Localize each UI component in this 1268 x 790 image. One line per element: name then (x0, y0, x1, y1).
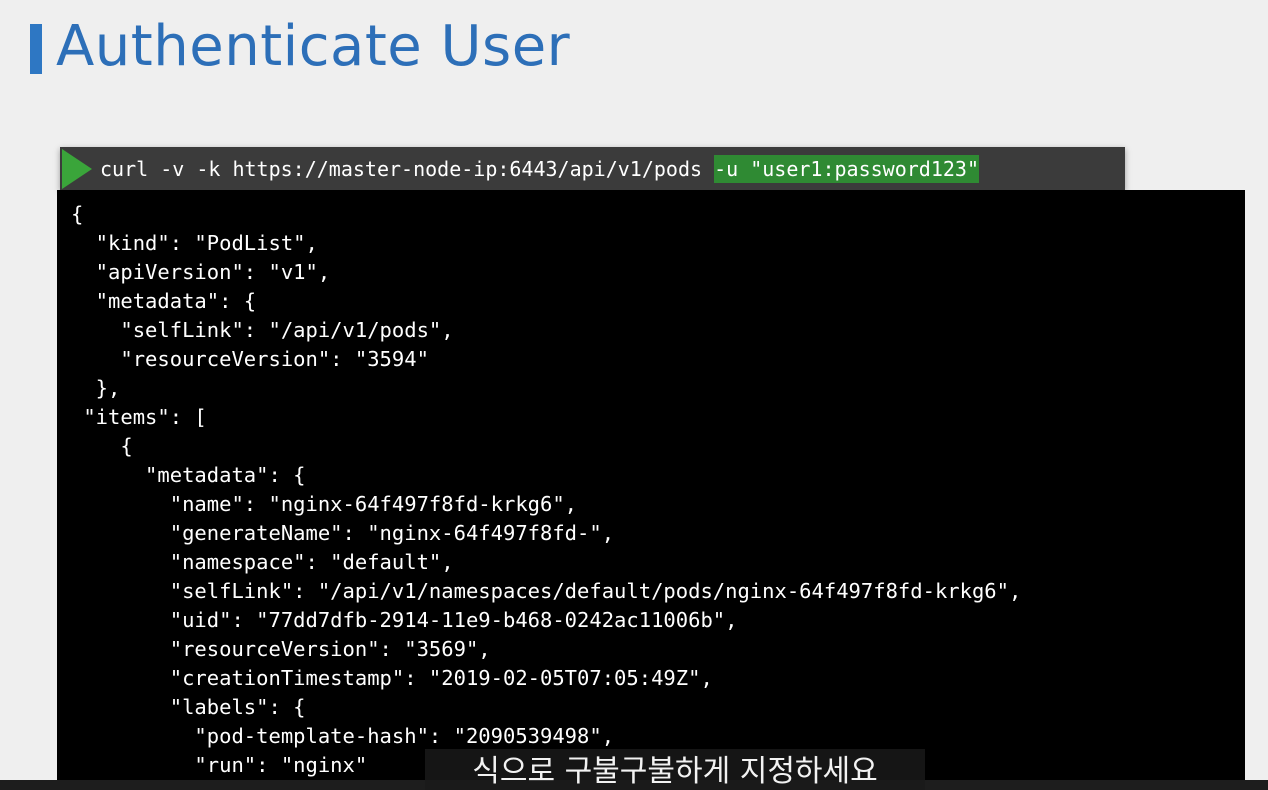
video-subtitle-caption: 식으로 구불구불하게 지정하세요 (425, 749, 925, 790)
command-bar: curl -v -k https://master-node-ip:6443/a… (60, 147, 1125, 190)
json-response: { "kind": "PodList", "apiVersion": "v1",… (71, 202, 1022, 777)
terminal-output-panel: { "kind": "PodList", "apiVersion": "v1",… (57, 190, 1245, 790)
slide-title: Authenticate User (30, 8, 570, 84)
title-accent-bar (30, 24, 42, 74)
command-text: curl -v -k https://master-node-ip:6443/a… (100, 156, 715, 181)
command-auth-flag-highlight: -u "user1:password123" (714, 154, 979, 183)
page-title: Authenticate User (56, 13, 571, 79)
play-triangle-icon (62, 148, 92, 189)
